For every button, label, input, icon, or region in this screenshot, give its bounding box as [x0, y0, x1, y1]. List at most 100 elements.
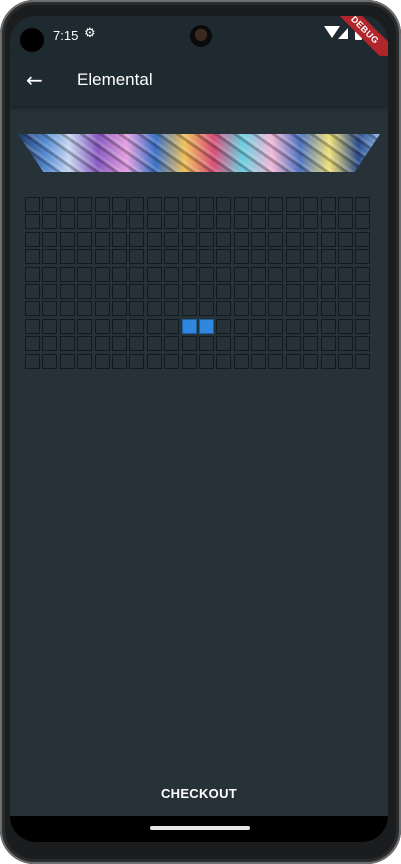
grid-cell[interactable]: [233, 353, 249, 369]
grid-cell[interactable]: [251, 283, 267, 299]
grid-cell[interactable]: [129, 197, 145, 212]
grid-cell[interactable]: [251, 336, 267, 352]
grid-cell[interactable]: [129, 231, 145, 247]
grid-cell[interactable]: [198, 249, 214, 265]
grid-cell[interactable]: [338, 318, 354, 334]
grid-cell[interactable]: [338, 231, 354, 247]
grid-cell[interactable]: [233, 266, 249, 282]
grid-cell[interactable]: [181, 353, 197, 369]
grid-cell[interactable]: [111, 301, 127, 317]
grid-cell[interactable]: [268, 266, 284, 282]
grid-cell[interactable]: [111, 353, 127, 369]
grid-cell[interactable]: [233, 197, 249, 212]
grid-cell[interactable]: [77, 336, 93, 352]
grid-cell[interactable]: [181, 301, 197, 317]
grid-cell[interactable]: [338, 266, 354, 282]
grid-cell[interactable]: [94, 336, 110, 352]
grid-cell[interactable]: [251, 301, 267, 317]
back-arrow-icon[interactable]: ←: [26, 68, 43, 92]
grid-cell[interactable]: [146, 197, 162, 212]
grid-cell[interactable]: [25, 214, 40, 230]
grid-cell[interactable]: [59, 318, 75, 334]
grid-cell[interactable]: [94, 214, 110, 230]
grid-cell[interactable]: [303, 353, 319, 369]
grid-cell[interactable]: [94, 283, 110, 299]
grid-cell[interactable]: [268, 301, 284, 317]
grid-cell[interactable]: [59, 266, 75, 282]
grid-cell[interactable]: [77, 266, 93, 282]
grid-cell[interactable]: [42, 266, 58, 282]
grid-cell[interactable]: [42, 353, 58, 369]
grid-cell[interactable]: [216, 231, 232, 247]
grid-cell[interactable]: [268, 197, 284, 212]
grid-cell[interactable]: [355, 283, 371, 299]
grid-cell[interactable]: [285, 353, 301, 369]
grid-cell[interactable]: [42, 231, 58, 247]
grid-cell[interactable]: [25, 336, 40, 352]
grid-cell[interactable]: [94, 353, 110, 369]
grid-cell[interactable]: [303, 231, 319, 247]
grid-cell[interactable]: [251, 214, 267, 230]
grid-cell[interactable]: [285, 301, 301, 317]
grid-cell[interactable]: [164, 283, 180, 299]
grid-cell[interactable]: [146, 231, 162, 247]
grid-cell[interactable]: [111, 318, 127, 334]
grid-cell[interactable]: [198, 197, 214, 212]
grid-cell[interactable]: [355, 231, 371, 247]
grid-cell[interactable]: [181, 197, 197, 212]
grid-cell[interactable]: [320, 318, 336, 334]
grid-cell[interactable]: [233, 249, 249, 265]
grid-cell[interactable]: [25, 266, 40, 282]
grid-cell[interactable]: [181, 283, 197, 299]
grid-cell[interactable]: [268, 336, 284, 352]
grid-cell[interactable]: [42, 214, 58, 230]
grid-cell[interactable]: [25, 301, 40, 317]
grid-cell[interactable]: [216, 283, 232, 299]
grid-cell[interactable]: [268, 249, 284, 265]
grid-cell[interactable]: [181, 336, 197, 352]
grid-cell[interactable]: [146, 249, 162, 265]
grid-cell[interactable]: [111, 249, 127, 265]
home-indicator[interactable]: [150, 826, 250, 830]
grid-cell[interactable]: [146, 318, 162, 334]
grid-cell[interactable]: [59, 283, 75, 299]
grid-cell[interactable]: [181, 231, 197, 247]
grid-cell[interactable]: [338, 283, 354, 299]
grid-cell[interactable]: [25, 318, 40, 334]
grid-cell[interactable]: [285, 336, 301, 352]
grid-cell[interactable]: [251, 249, 267, 265]
grid-cell[interactable]: [146, 336, 162, 352]
grid-cell[interactable]: [216, 266, 232, 282]
grid-cell[interactable]: [59, 336, 75, 352]
grid-cell[interactable]: [164, 353, 180, 369]
grid-cell[interactable]: [198, 231, 214, 247]
grid-cell[interactable]: [216, 336, 232, 352]
grid-cell[interactable]: [355, 249, 371, 265]
grid-cell[interactable]: [111, 197, 127, 212]
grid-cell[interactable]: [216, 197, 232, 212]
grid-cell[interactable]: [111, 214, 127, 230]
grid-cell[interactable]: [146, 214, 162, 230]
grid-cell[interactable]: [164, 266, 180, 282]
grid-cell[interactable]: [42, 318, 58, 334]
grid-cell[interactable]: [198, 353, 214, 369]
grid-cell[interactable]: [285, 266, 301, 282]
grid-cell[interactable]: [94, 249, 110, 265]
grid-cell[interactable]: [268, 318, 284, 334]
grid-cell[interactable]: [320, 249, 336, 265]
grid-cell[interactable]: [338, 197, 354, 212]
grid-cell[interactable]: [129, 336, 145, 352]
grid-cell[interactable]: [77, 197, 93, 212]
grid-cell[interactable]: [129, 249, 145, 265]
grid-cell-selected[interactable]: [181, 318, 197, 334]
grid-cell[interactable]: [25, 197, 40, 212]
grid-cell[interactable]: [42, 301, 58, 317]
grid-cell[interactable]: [233, 283, 249, 299]
grid-cell[interactable]: [59, 231, 75, 247]
grid-cell[interactable]: [355, 301, 371, 317]
grid-cell[interactable]: [164, 214, 180, 230]
grid-cell[interactable]: [285, 283, 301, 299]
grid-cell[interactable]: [146, 283, 162, 299]
grid-cell[interactable]: [338, 301, 354, 317]
grid-cell[interactable]: [355, 336, 371, 352]
